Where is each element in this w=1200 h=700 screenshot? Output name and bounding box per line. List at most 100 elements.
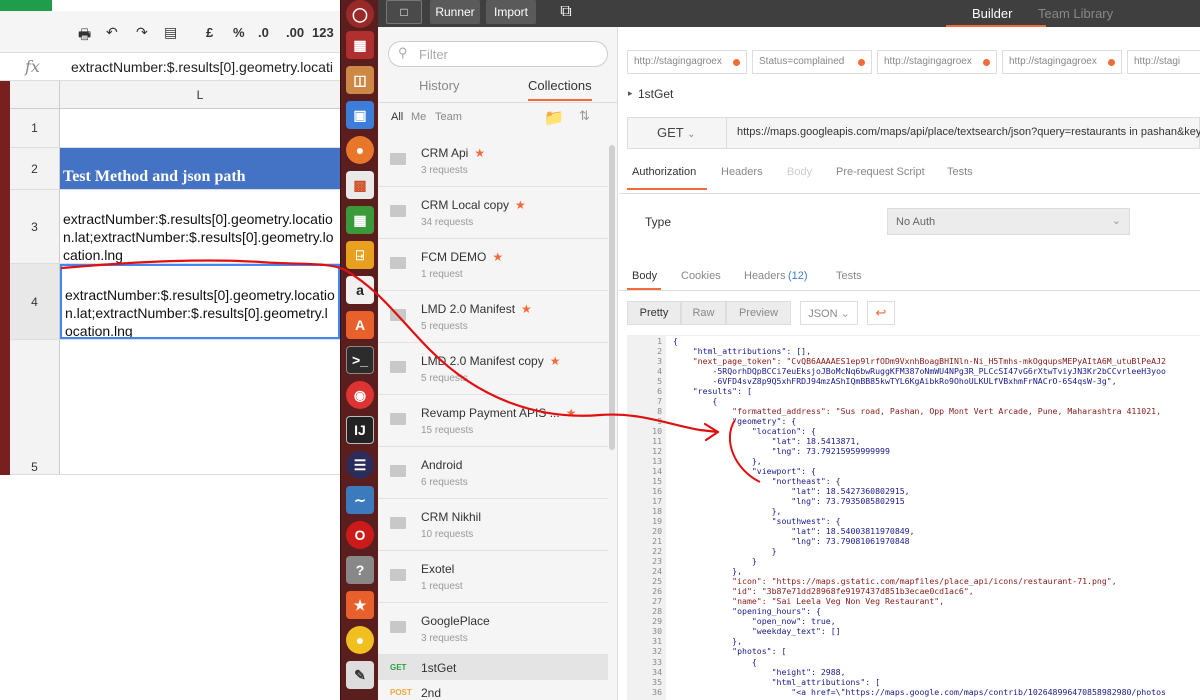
collection-item[interactable]: LMD 2.0 Manifest copy ★ 5 requests (378, 343, 608, 395)
files-app-icon[interactable]: ◫ (346, 66, 374, 94)
tab-collections[interactable]: Collections (528, 78, 592, 101)
formula-input[interactable]: extractNumber:$.results[0].geometry.loca… (71, 59, 333, 75)
new-collection-icon[interactable]: 📁 (544, 108, 564, 128)
collection-item[interactable]: CRM Local copy ★ 34 requests (378, 187, 608, 239)
impress-icon[interactable]: ▩ (346, 171, 374, 199)
tab-tests[interactable]: Tests (947, 166, 973, 178)
sheet-cell[interactable] (60, 340, 340, 474)
sheet-cell[interactable]: Test Method and json path (60, 148, 340, 189)
sort-icon[interactable]: ⇅ (579, 108, 590, 124)
text-editor-icon[interactable]: ✎ (346, 661, 374, 689)
scope-team[interactable]: Team (435, 111, 462, 123)
scope-me[interactable]: Me (411, 111, 426, 123)
collection-item[interactable]: GooglePlace 3 requests (378, 603, 608, 655)
software-center-icon[interactable]: A (346, 311, 374, 339)
undo-icon[interactable]: ↶ (106, 24, 118, 41)
star-icon[interactable]: ★ (474, 146, 485, 160)
sheet-cell[interactable]: extractNumber:$.results[0].geometry.loca… (60, 190, 340, 263)
amazon-icon[interactable]: a (346, 276, 374, 304)
row-number[interactable]: 1 (10, 109, 60, 147)
tab-history[interactable]: History (419, 78, 459, 93)
opera-icon[interactable]: O (346, 521, 374, 549)
request-tab[interactable]: http://stagingagroex (1002, 50, 1122, 74)
terminal-icon[interactable]: >_ (346, 346, 374, 374)
column-label[interactable]: L (60, 88, 340, 102)
bulb-app-icon[interactable]: ● (346, 626, 374, 654)
request-tab[interactable]: Status=complained (752, 50, 872, 74)
selected-cell[interactable]: extractNumber:$.results[0].geometry.loca… (60, 264, 340, 339)
caret-right-icon[interactable]: ▸ (628, 88, 633, 99)
import-button[interactable]: Import (486, 0, 536, 24)
tab-team-library[interactable]: Team Library (1038, 6, 1113, 21)
tab-pre-request-script[interactable]: Pre-request Script (836, 166, 925, 178)
collection-item[interactable]: FCM DEMO ★ 1 request (378, 239, 608, 291)
collection-item[interactable]: CRM Nikhil 10 requests (378, 499, 608, 551)
chrome-icon[interactable]: ◉ (346, 381, 374, 409)
intellij-icon[interactable]: IJ (346, 416, 374, 444)
redo-icon[interactable]: ↷ (136, 24, 148, 41)
star-icon[interactable]: ★ (521, 302, 532, 316)
scope-all[interactable]: All (391, 111, 403, 123)
eclipse-icon[interactable]: ☰ (346, 451, 374, 479)
auth-type-select[interactable]: No Auth ⌄ (887, 208, 1130, 235)
collection-item[interactable]: Android 6 requests (378, 447, 608, 499)
tab-cookies[interactable]: Cookies (681, 270, 721, 282)
network-app-icon[interactable]: ⍈ (346, 241, 374, 269)
more-formats-button[interactable]: 123 (312, 25, 334, 40)
request-tab[interactable]: http://stagingagroex (877, 50, 997, 74)
tab-response-body[interactable]: Body (632, 270, 657, 282)
request-tab[interactable]: http://stagi (1127, 50, 1200, 74)
request-item-1stget[interactable]: GET 1stGet (378, 655, 608, 680)
select-all-corner[interactable] (10, 81, 60, 109)
calc-icon[interactable]: ▦ (346, 206, 374, 234)
tab-headers[interactable]: Headers (721, 166, 763, 178)
filter-input[interactable]: ⚲ Filter (388, 41, 608, 67)
tab-builder[interactable]: Builder (972, 6, 1012, 21)
star-icon[interactable]: ★ (566, 406, 577, 420)
star-icon[interactable]: ★ (492, 250, 503, 264)
sidebar-scrollbar[interactable] (609, 145, 615, 450)
system-monitor-icon[interactable]: ∼ (346, 486, 374, 514)
tab-authorization[interactable]: Authorization (632, 166, 696, 178)
sheet-cell[interactable] (60, 109, 340, 147)
firefox-icon[interactable]: ● (346, 136, 374, 164)
print-icon[interactable]: 🖶 (78, 24, 91, 48)
response-body-viewer[interactable]: 1 2 3 4 5 6 7 8 9 10 11 12 13 14 15 16 17 18 19 20 21 22 23 24 2… (627, 335, 1200, 700)
postman-icon[interactable]: ★ (346, 591, 374, 619)
star-icon[interactable]: ★ (550, 354, 561, 368)
pretty-button[interactable]: Pretty (627, 301, 681, 325)
currency-format-button[interactable]: £ (206, 25, 213, 40)
row-number[interactable]: 4 (10, 264, 60, 339)
media-app-icon[interactable]: ▦ (346, 31, 374, 59)
decrease-decimal-button[interactable]: .0 (258, 25, 269, 40)
ubuntu-logo-icon[interactable]: ◯ (346, 0, 374, 28)
image-viewer-icon[interactable]: ▣ (346, 101, 374, 129)
request-tab[interactable]: http://stagingagroex (627, 50, 747, 74)
collection-item[interactable]: CRM Api ★ 3 requests (378, 135, 608, 187)
tab-body[interactable]: Body (787, 166, 812, 178)
format-select[interactable]: JSON ⌄ (800, 301, 858, 325)
url-input[interactable]: https://maps.googleapis.com/maps/api/pla… (737, 126, 1200, 138)
star-icon[interactable]: ★ (515, 198, 526, 212)
preview-button[interactable]: Preview (726, 301, 791, 325)
collection-item[interactable]: Revamp Payment APIS ... ★ 15 requests (378, 395, 608, 447)
new-window-icon[interactable]: ⧉ (552, 0, 580, 24)
wrap-lines-icon[interactable]: ↩ (867, 301, 895, 325)
raw-button[interactable]: Raw (681, 301, 726, 325)
request-item-2nd[interactable]: POST 2nd (378, 680, 608, 700)
collection-item[interactable]: Exotel 1 request (378, 551, 608, 603)
paint-format-icon[interactable]: ▤ (164, 24, 177, 41)
method-select[interactable]: GET ⌄ (628, 118, 727, 148)
row-number[interactable]: 3 (10, 190, 60, 263)
help-icon[interactable]: ? (346, 556, 374, 584)
tab-response-headers[interactable]: Headers (744, 270, 786, 282)
sidebar-toggle-icon[interactable]: □ (386, 0, 422, 24)
row-number[interactable]: 2 (10, 148, 60, 189)
row-number[interactable]: 5 (10, 340, 60, 474)
increase-decimal-button[interactable]: .00 (286, 25, 304, 40)
percent-format-button[interactable]: % (233, 25, 245, 40)
collection-item[interactable]: LMD 2.0 Manifest ★ 5 requests (378, 291, 608, 343)
runner-button[interactable]: Runner (430, 0, 480, 24)
tab-response-tests[interactable]: Tests (836, 270, 862, 282)
request-title[interactable]: 1stGet (638, 87, 673, 101)
